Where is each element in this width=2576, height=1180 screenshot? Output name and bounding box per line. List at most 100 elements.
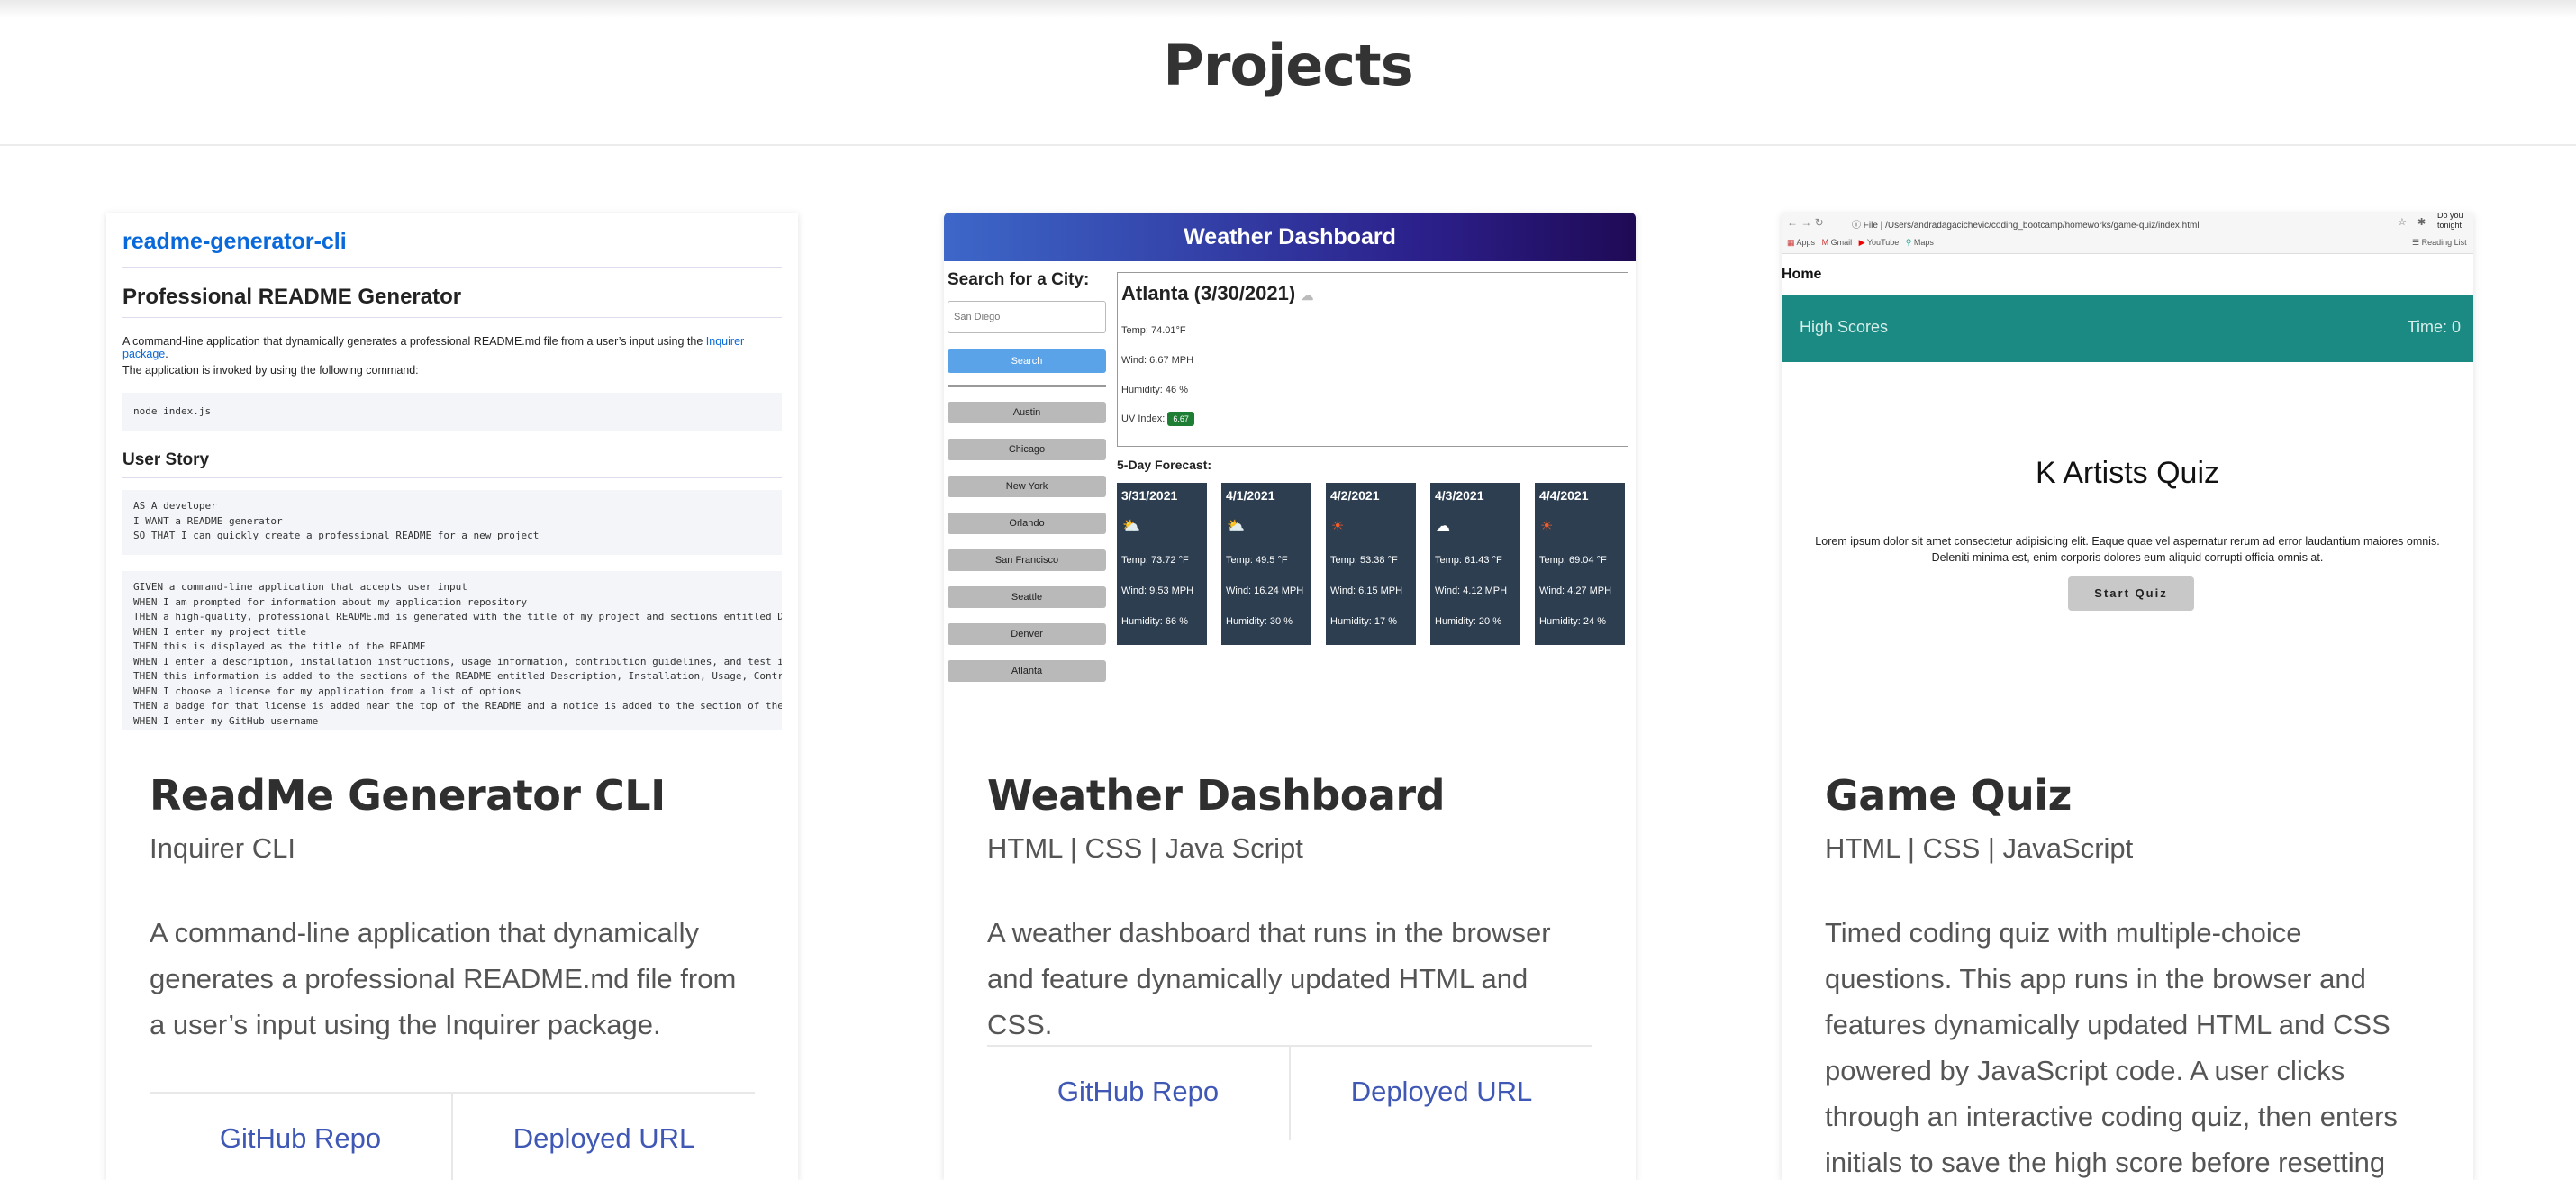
project-title: ReadMe Generator CLI [150, 771, 666, 820]
forecast-temp: Temp: 73.72 °F [1121, 555, 1189, 566]
forecast-card: 4/2/2021 ☀ Temp: 53.38 °F Wind: 6.15 MPH… [1326, 483, 1416, 645]
forecast-date: 4/2/2021 [1330, 488, 1380, 503]
deployed-url-link[interactable]: Deployed URL [1289, 1047, 1592, 1140]
bookmark-maps[interactable]: Maps [1914, 238, 1934, 247]
maps-icon: ⚲ [1905, 238, 1912, 247]
readme-command-block: node index.js [122, 393, 782, 431]
forecast-temp: Temp: 53.38 °F [1330, 555, 1398, 566]
project-subtitle: HTML | CSS | Java Script [987, 832, 1303, 864]
project-card-body: ReadMe Generator CLI Inquirer CLI A comm… [150, 771, 755, 1048]
forecast-humidity: Humidity: 66 % [1121, 616, 1188, 627]
forecast-card: 4/3/2021 ☁ Temp: 61.43 °F Wind: 4.12 MPH… [1430, 483, 1520, 645]
cloud-icon: ☁ [1436, 519, 1450, 534]
github-repo-link[interactable]: GitHub Repo [987, 1047, 1289, 1140]
readme-user-story-block: AS A developer I WANT a README generator… [122, 490, 782, 555]
city-button-atlanta[interactable]: Atlanta [948, 660, 1106, 682]
url-text: /Users/andradagacichevic/coding_bootcamp… [1885, 221, 2200, 231]
readme-intro: A command-line application that dynamica… [122, 335, 745, 360]
partly-cloudy-icon: ⛅ [1227, 519, 1245, 534]
high-scores-link[interactable]: High Scores [1800, 318, 1888, 337]
city-button-san-francisco[interactable]: San Francisco [948, 549, 1106, 571]
quiz-nav-home[interactable]: Home [1782, 267, 1821, 283]
readme-intro-text: A command-line application that dynamica… [122, 335, 703, 348]
city-button-austin[interactable]: Austin [948, 402, 1106, 423]
url-scheme: File [1863, 221, 1878, 231]
readme-divider [122, 267, 782, 268]
project-description: A weather dashboard that runs in the bro… [987, 917, 1551, 1040]
bookmark-apps[interactable]: Apps [1797, 238, 1816, 247]
sun-icon: ☀ [1540, 519, 1554, 534]
project-links: GitHub Repo Deployed URL [150, 1092, 755, 1180]
project-subtitle: HTML | CSS | JavaScript [1825, 832, 2134, 864]
forecast-heading: 5-Day Forecast: [1117, 458, 1212, 472]
quiz-title: K Artists Quiz [2035, 456, 2220, 490]
project-title: Game Quiz [1825, 771, 2072, 820]
weather-search-input[interactable] [948, 301, 1106, 333]
current-wind: Wind: 6.67 MPH [1121, 355, 1194, 366]
gmail-icon: M [1821, 238, 1829, 247]
deployed-url-link[interactable]: Deployed URL [451, 1094, 755, 1180]
readme-user-story-heading: User Story [122, 450, 210, 469]
weather-search-heading: Search for a City: [948, 270, 1090, 289]
weather-divider [948, 385, 1106, 387]
city-button-seattle[interactable]: Seattle [948, 586, 1106, 608]
project-links: GitHub Repo Deployed URL [987, 1045, 1592, 1140]
github-repo-link[interactable]: GitHub Repo [150, 1094, 451, 1180]
forecast-wind: Wind: 9.53 MPH [1121, 585, 1194, 596]
reading-list[interactable]: ☰ Reading List [2412, 238, 2467, 248]
forecast-date: 4/4/2021 [1539, 488, 1589, 503]
project-screenshot-quiz[interactable]: ← → ↻ ⓘ File | /Users/andradagacichevic/… [1782, 213, 2473, 730]
city-button-new-york[interactable]: New York [948, 476, 1106, 497]
forecast-humidity: Humidity: 17 % [1330, 616, 1397, 627]
page-header: Projects [0, 0, 2576, 146]
sun-icon: ☀ [1331, 519, 1345, 534]
info-icon: ⓘ [1852, 221, 1861, 231]
forecast-card: 4/4/2021 ☀ Temp: 69.04 °F Wind: 4.27 MPH… [1535, 483, 1625, 645]
project-description: Timed coding quiz with multiple-choice q… [1825, 917, 2398, 1178]
quiz-header-bar: High Scores Time: 0 [1782, 295, 2473, 362]
project-card-readme: readme-generator-cli Professional README… [106, 213, 798, 1180]
project-subtitle: Inquirer CLI [150, 832, 295, 864]
browser-back-forward-icon: ← → ↻ [1787, 216, 1824, 229]
project-screenshot-weather[interactable]: Weather Dashboard Search for a City: Sea… [944, 213, 1636, 730]
project-screenshot-readme[interactable]: readme-generator-cli Professional README… [106, 213, 798, 730]
forecast-date: 3/31/2021 [1121, 488, 1178, 503]
browser-chrome: ← → ↻ ⓘ File | /Users/andradagacichevic/… [1782, 213, 2473, 254]
forecast-humidity: Humidity: 24 % [1539, 616, 1606, 627]
city-button-denver[interactable]: Denver [948, 623, 1106, 645]
city-button-chicago[interactable]: Chicago [948, 439, 1106, 460]
project-card-body: Weather Dashboard HTML | CSS | Java Scri… [987, 771, 1592, 1048]
forecast-humidity: Humidity: 30 % [1226, 616, 1293, 627]
uv-badge: 6.67 [1167, 412, 1194, 426]
forecast-card: 3/31/2021 ⛅ Temp: 73.72 °F Wind: 9.53 MP… [1117, 483, 1207, 645]
forecast-wind: Wind: 16.24 MPH [1226, 585, 1304, 596]
forecast-temp: Temp: 61.43 °F [1435, 555, 1502, 566]
browser-url[interactable]: ⓘ File | /Users/andradagacichevic/coding… [1852, 217, 2200, 231]
quiz-timer: Time: 0 [2407, 318, 2461, 336]
forecast-wind: Wind: 4.12 MPH [1435, 585, 1508, 596]
extensions-icon[interactable]: ✱ [2417, 216, 2426, 228]
cloud-icon: ☁ [1301, 288, 1314, 303]
readme-criteria-block: GIVEN a command-line application that ac… [122, 571, 782, 730]
city-button-orlando[interactable]: Orlando [948, 513, 1106, 534]
bookmarks-bar: ▦ Apps M Gmail ▶ YouTube ⚲ Maps [1787, 238, 1934, 248]
forecast-humidity: Humidity: 20 % [1435, 616, 1501, 627]
bookmark-youtube[interactable]: YouTube [1867, 238, 1899, 247]
readme-heading: Professional README Generator [122, 285, 462, 309]
star-icon[interactable]: ☆ [2398, 216, 2407, 228]
browser-popup-text: Do you tonight [2437, 213, 2463, 230]
forecast-date: 4/1/2021 [1226, 488, 1275, 503]
project-title: Weather Dashboard [987, 771, 1446, 820]
start-quiz-button[interactable]: Start Quiz [2068, 576, 2194, 611]
current-humidity: Humidity: 46 % [1121, 385, 1188, 395]
apps-icon: ▦ [1787, 238, 1795, 247]
current-weather-heading: Atlanta (3/30/2021) ☁ [1121, 282, 1313, 305]
readme-repo-name: readme-generator-cli [122, 229, 347, 254]
readme-divider [122, 317, 782, 318]
current-weather-heading-text: Atlanta (3/30/2021) [1121, 282, 1296, 304]
weather-search-button[interactable]: Search [948, 349, 1106, 373]
forecast-temp: Temp: 69.04 °F [1539, 555, 1607, 566]
readme-invoke-text: The application is invoked by using the … [122, 364, 419, 377]
forecast-date: 4/3/2021 [1435, 488, 1484, 503]
bookmark-gmail[interactable]: Gmail [1831, 238, 1853, 247]
